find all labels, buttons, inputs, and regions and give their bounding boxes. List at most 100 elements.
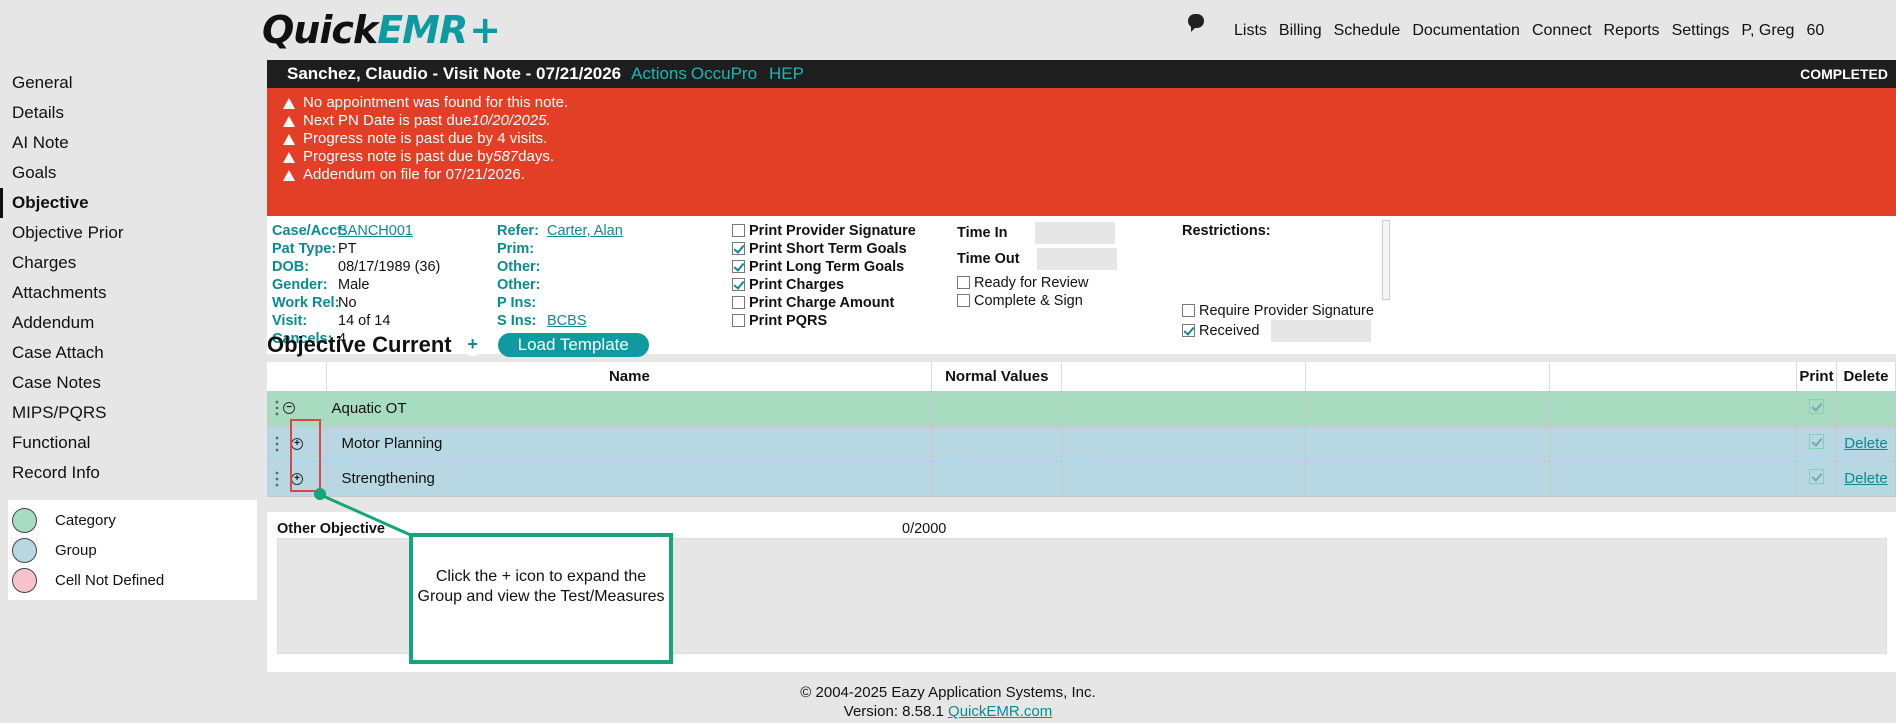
col-handle <box>267 362 328 391</box>
legend-item-cell-not-defined: Cell Not Defined <box>8 565 257 595</box>
sidebar-item-case-notes[interactable]: Case Notes <box>0 368 258 398</box>
ready-review-checkbox[interactable] <box>957 276 970 289</box>
alert-item: No appointment was found for this note. <box>283 94 1896 112</box>
nav-p-greg[interactable]: P, Greg <box>1741 22 1794 40</box>
hep-link[interactable]: HEP <box>769 64 804 84</box>
field-label-prim: Prim: <box>497 241 535 257</box>
warning-icon <box>283 115 295 127</box>
sidebar-item-case-attach[interactable]: Case Attach <box>0 338 258 368</box>
sidebar-item-general[interactable]: General <box>0 68 258 98</box>
alert-emphasis: 587 <box>493 148 519 165</box>
drag-handle-icon[interactable] <box>275 469 279 488</box>
row-empty-cell <box>1549 461 1797 497</box>
alert-text: Progress note is past due by 4 visits. <box>303 130 548 147</box>
alert-text: Progress note is past due by <box>303 148 494 165</box>
sidebar-item-record-info[interactable]: Record Info <box>0 458 258 488</box>
nav-documentation[interactable]: Documentation <box>1412 22 1520 40</box>
patient-info: Case/Acct:SANCH001 Pat Type: PT DOB: 08/17/1… <box>272 222 440 348</box>
warning-icon <box>283 133 295 145</box>
field-value-refer[interactable]: Carter, Alan <box>547 223 623 239</box>
delete-link[interactable]: Delete <box>1844 435 1887 452</box>
occupro-link[interactable]: OccuPro <box>691 64 757 84</box>
print-checkbox[interactable] <box>1808 398 1824 414</box>
sidebar-item-attachments[interactable]: Attachments <box>0 278 258 308</box>
print-short-term-goals-checkbox[interactable] <box>732 242 745 255</box>
drag-handle-icon[interactable] <box>275 399 279 418</box>
sidebar-item-mips-pqrs[interactable]: MIPS/PQRS <box>0 398 258 428</box>
sidebar-item-details[interactable]: Details <box>0 98 258 128</box>
sidebar-item-goals[interactable]: Goals <box>0 158 258 188</box>
nav-reports[interactable]: Reports <box>1604 22 1660 40</box>
field-value-case-acct[interactable]: SANCH001 <box>338 223 413 239</box>
print-charges-checkbox[interactable] <box>732 278 745 291</box>
print-checkbox[interactable] <box>1808 469 1824 484</box>
row-empty-cell <box>1549 426 1797 462</box>
character-counter: 0/2000 <box>902 521 947 537</box>
nav-schedule[interactable]: Schedule <box>1334 22 1401 40</box>
col-normal-values: Normal Values <box>931 362 1063 391</box>
sidebar-item-charges[interactable]: Charges <box>0 248 258 278</box>
received-date-input[interactable] <box>1271 320 1372 342</box>
alert-text: No appointment was found for this note. <box>303 94 569 111</box>
nav-connect[interactable]: Connect <box>1532 22 1592 40</box>
alert-item: Progress note is past due by 4 visits. <box>283 130 1896 148</box>
row-delete-cell <box>1836 391 1896 427</box>
complete-sign-checkbox[interactable] <box>957 294 970 307</box>
objective-header: Objective Current + Load Template <box>267 332 649 358</box>
print-provider-signature-checkbox[interactable] <box>732 224 745 237</box>
footer: © 2004-2025 Eazy Application Systems, In… <box>0 683 1896 721</box>
status-badge: COMPLETED <box>1800 66 1888 82</box>
delete-link[interactable]: Delete <box>1844 470 1887 487</box>
legend-swatch <box>12 567 37 593</box>
field-label-other: Other: <box>497 259 541 275</box>
nav-lists[interactable]: Lists <box>1234 22 1267 40</box>
collapse-icon[interactable]: − <box>283 402 295 415</box>
time-in-input[interactable] <box>1034 222 1115 244</box>
field-value-work-rel: No <box>338 295 357 311</box>
col-blank-2 <box>1305 362 1551 391</box>
print-option-print-charge-amount: Print Charge Amount <box>732 294 916 312</box>
received-checkbox[interactable] <box>1182 323 1195 337</box>
print-checkbox[interactable] <box>1808 434 1824 449</box>
sidebar-item-ai-note[interactable]: AI Note <box>0 128 258 158</box>
nav-60[interactable]: 60 <box>1806 22 1824 40</box>
drag-handle-icon[interactable] <box>275 434 279 453</box>
actions-link[interactable]: Actions <box>631 64 687 84</box>
nav-settings[interactable]: Settings <box>1672 22 1730 40</box>
field-value-s-ins[interactable]: BCBS <box>547 313 587 329</box>
print-long-term-goals-checkbox[interactable] <box>732 260 745 273</box>
print-charges-label: Print Charges <box>749 277 845 293</box>
group-row: + Motor Planning Delete <box>267 426 1896 462</box>
sidebar-item-objective-prior[interactable]: Objective Prior <box>0 218 258 248</box>
sidebar-item-functional[interactable]: Functional <box>0 428 258 458</box>
sidebar-item-addendum[interactable]: Addendum <box>0 308 258 338</box>
chat-icon[interactable] <box>1188 14 1204 32</box>
time-block: Time In Time Out Ready for Review Comple… <box>957 222 1117 310</box>
print-option-print-short-term-goals: Print Short Term Goals <box>732 240 916 258</box>
visit-note-panel: Sanchez, Claudio - Visit Note - 07/21/20… <box>267 60 1896 354</box>
sidebar-item-objective[interactable]: Objective <box>0 188 258 218</box>
row-empty-cell <box>1305 391 1551 427</box>
add-objective-button[interactable]: + <box>461 334 484 356</box>
load-template-button[interactable]: Load Template <box>497 333 649 357</box>
referral-info: Refer: Carter, Alan Prim: Other: Other: P Ins… <box>497 222 623 330</box>
print-options: Print Provider Signature Print Short Term… <box>732 222 916 330</box>
field-label-work-rel: Work Rel: <box>272 295 340 311</box>
objective-grid: Name Normal Values Print Delete − Aquatic… <box>267 362 1896 497</box>
restrictions-textarea[interactable] <box>1382 220 1390 300</box>
legend-swatch <box>12 537 37 563</box>
complete-sign-label: Complete & Sign <box>974 293 1083 309</box>
row-empty-cell <box>1549 391 1797 427</box>
print-charge-amount-checkbox[interactable] <box>732 296 745 309</box>
callout-dot <box>314 488 326 500</box>
field-label-refer: Refer: <box>497 223 539 239</box>
row-delete-cell: Delete <box>1836 461 1896 497</box>
require-signature-checkbox[interactable] <box>1182 304 1195 317</box>
time-out-input[interactable] <box>1036 248 1117 270</box>
quickemr-logo[interactable]: QuickEMR+ <box>262 8 501 52</box>
quickemr-link[interactable]: QuickEMR.com <box>948 703 1052 720</box>
group-row: + Strengthening Delete <box>267 461 1896 497</box>
print-pqrs-checkbox[interactable] <box>732 314 745 327</box>
row-name: Motor Planning <box>341 435 443 452</box>
nav-billing[interactable]: Billing <box>1279 22 1322 40</box>
